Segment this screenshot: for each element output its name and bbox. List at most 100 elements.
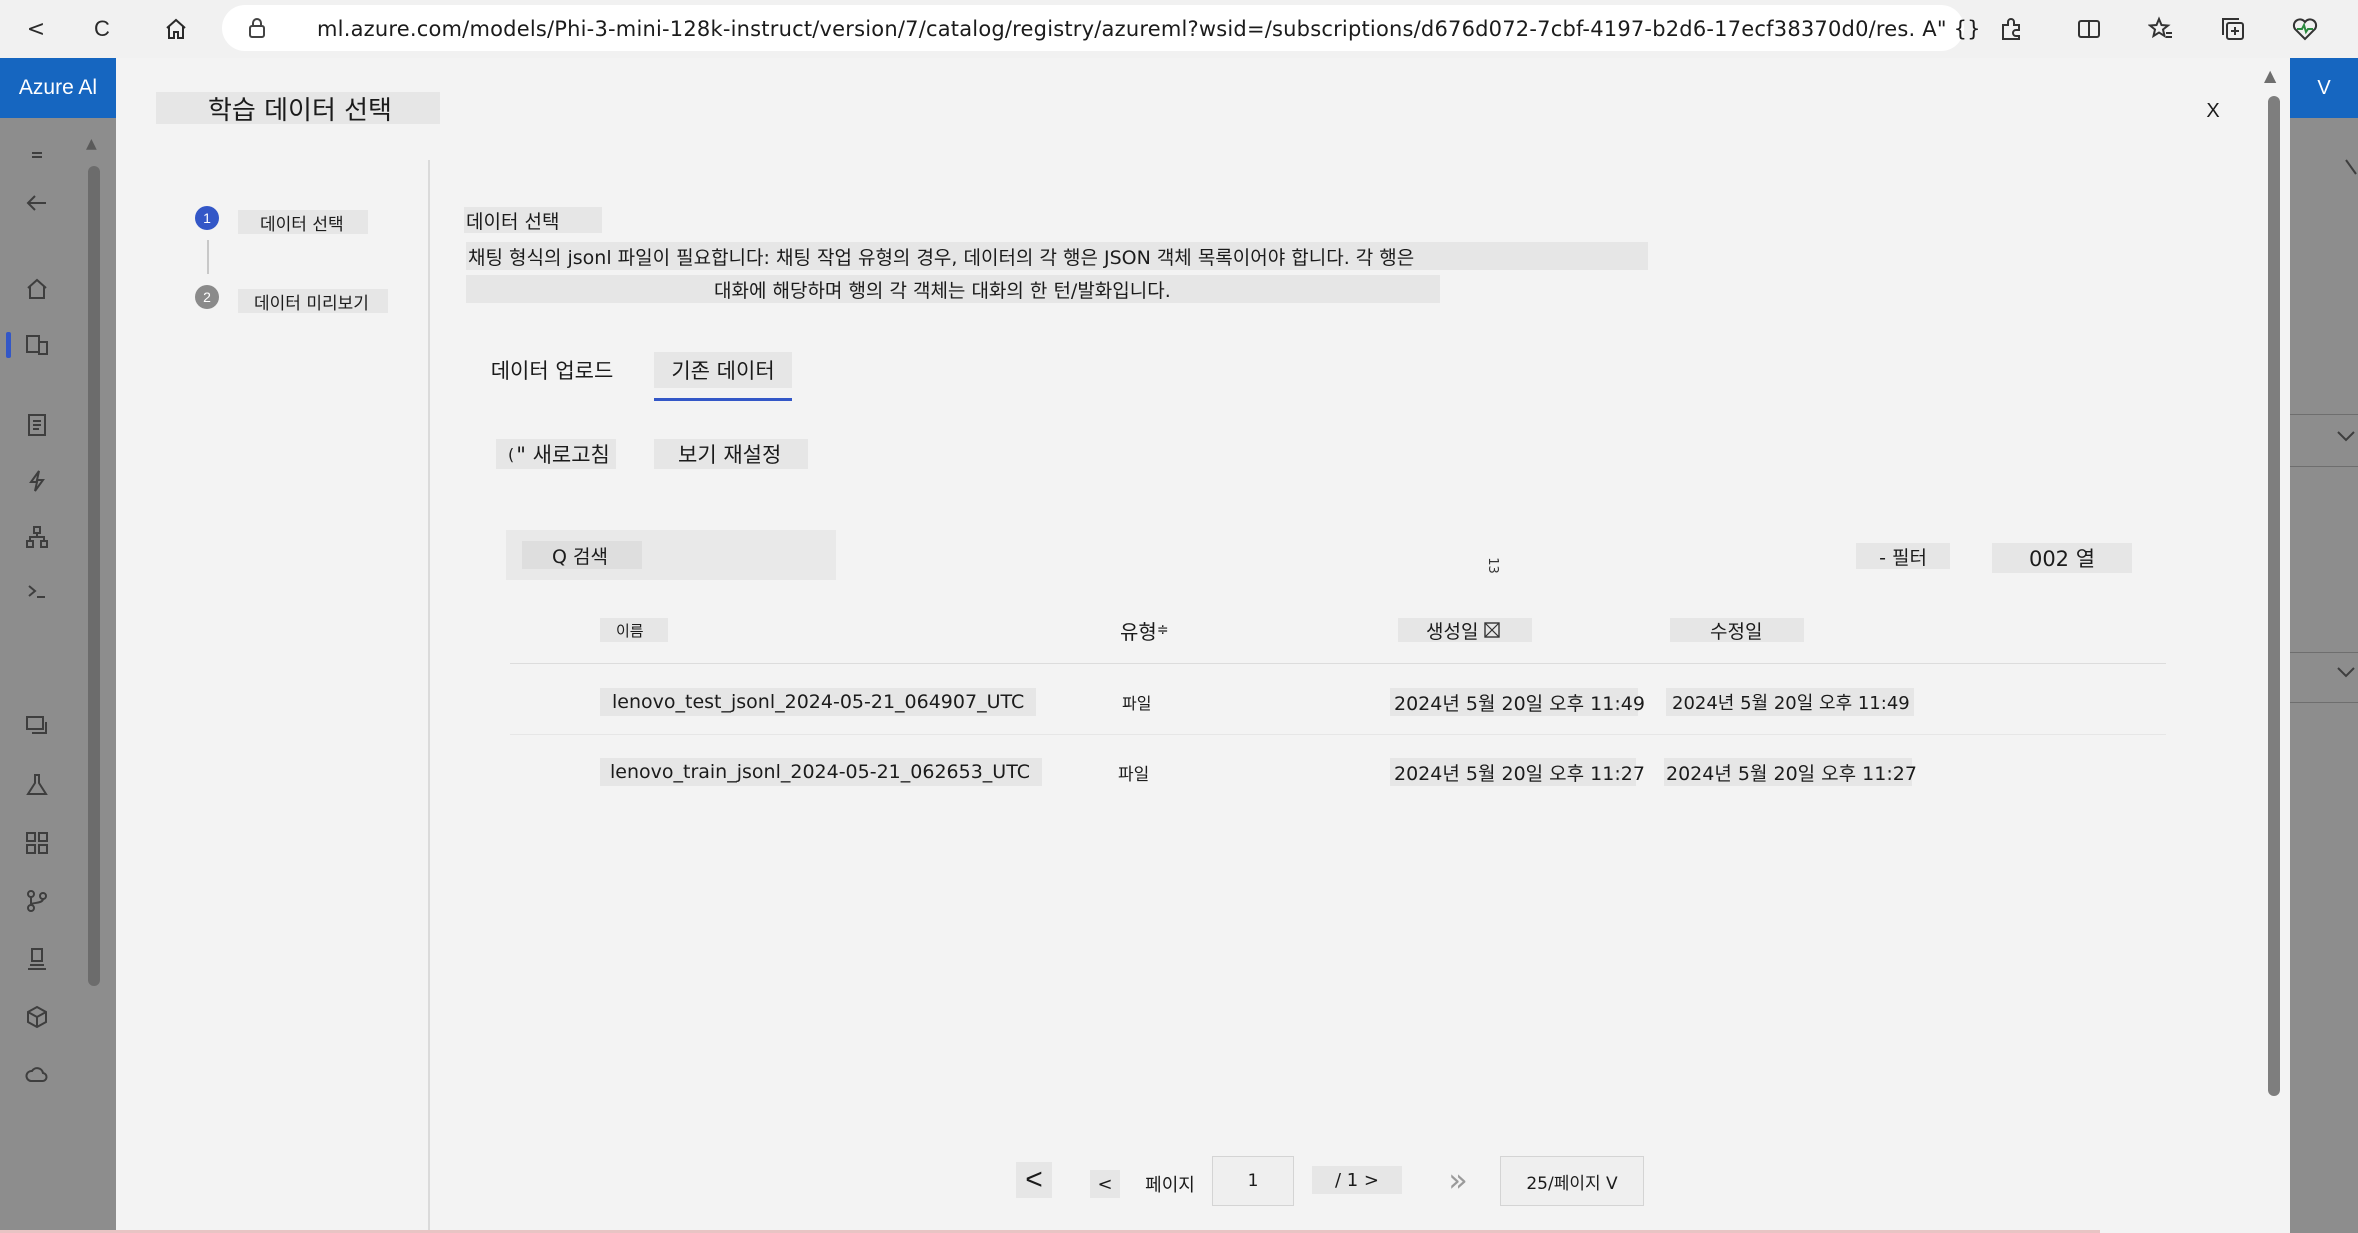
browser-essentials-button[interactable]	[2288, 12, 2322, 46]
browser-toolbar: < C ml.azure.com/models/Phi-3-mini-128k-…	[0, 0, 2358, 58]
background-divider	[2290, 702, 2358, 703]
column-header-created[interactable]: 생성일	[1398, 618, 1532, 643]
close-icon	[2345, 159, 2357, 175]
page-number-input[interactable]: 1	[1212, 1156, 1294, 1206]
step-2-number: 2	[195, 285, 219, 309]
refresh-label: C	[94, 16, 110, 41]
cube-icon	[27, 1005, 47, 1029]
table-row-2-name[interactable]: lenovo_train_jsonl_2024-05-21_062653_UTC	[600, 758, 1042, 786]
table-row-2-modified: 2024년 5월 20일 오후 11:27	[1664, 758, 1917, 786]
puzzle-icon	[2002, 18, 2020, 40]
extensions-button[interactable]	[1994, 12, 2028, 46]
background-page-right	[2290, 118, 2358, 1233]
address-bar[interactable]: ml.azure.com/models/Phi-3-mini-128k-inst…	[222, 5, 1981, 51]
first-page-button[interactable]: <	[1016, 1162, 1052, 1198]
step-connector	[207, 240, 209, 274]
nav-components[interactable]	[22, 828, 52, 858]
refresh-data-button[interactable]: ( " 새로고침	[496, 439, 616, 469]
home-button[interactable]	[158, 12, 194, 46]
flask-icon	[26, 774, 48, 795]
catalog-icon	[26, 335, 48, 355]
step-1-label[interactable]: 데이터 선택	[238, 210, 368, 235]
nav-designer[interactable]	[22, 522, 52, 552]
left-nav: ▲	[0, 118, 116, 1233]
star-icon	[2148, 16, 2172, 39]
nav-scrollbar[interactable]	[88, 166, 100, 986]
sort-icon: ≑	[1156, 622, 1169, 638]
branch-icon	[27, 890, 47, 912]
nav-active-indicator	[6, 332, 11, 358]
dialog-scroll-up-arrow[interactable]: ▲	[2264, 66, 2276, 85]
column-header-name[interactable]: 이름	[600, 618, 668, 642]
dialog-scrollbar[interactable]	[2268, 96, 2280, 1096]
nav-notebooks[interactable]	[22, 410, 52, 440]
column-header-type-label: 유형	[1120, 619, 1157, 644]
reset-view-button[interactable]: 보기 재설정	[654, 439, 808, 469]
steps-divider	[428, 160, 430, 1233]
arrow-left-icon	[26, 195, 46, 211]
home-icon	[27, 278, 47, 299]
nav-models[interactable]	[22, 1002, 52, 1032]
nav-automl[interactable]	[22, 466, 52, 496]
close-button[interactable]: X	[2200, 98, 2226, 124]
table-row-1-modified: 2024년 5월 20일 오후 11:49	[1666, 688, 1914, 716]
background-divider	[2290, 414, 2358, 415]
select-training-data-dialog	[116, 58, 2290, 1233]
collections-button[interactable]	[2216, 12, 2250, 46]
nav-endpoints[interactable]	[22, 1060, 52, 1090]
refresh-data-label: " 새로고침	[516, 443, 610, 467]
hamburger-icon	[32, 152, 42, 158]
search-input[interactable]: Q 검색	[522, 541, 642, 569]
tab-existing-data[interactable]: 기존 데이터	[654, 352, 792, 388]
column-header-modified[interactable]: 수정일	[1670, 618, 1804, 643]
heart-pulse-icon	[2292, 18, 2318, 41]
split-screen-button[interactable]	[2072, 12, 2106, 46]
url-text: ml.azure.com/models/Phi-3-mini-128k-inst…	[317, 17, 1981, 41]
page-label: 페이지	[1145, 1175, 1195, 1196]
description-line-1: 채팅 형식의 jsonl 파일이 필요합니다: 채팅 작업 유형의 경우, 데이…	[466, 242, 1648, 270]
column-header-created-label: 생성일	[1426, 620, 1479, 643]
nav-model-catalog[interactable]	[22, 330, 52, 360]
lock-icon	[249, 18, 265, 38]
table-row-1-name[interactable]: lenovo_test_jsonl_2024-05-21_064907_UTC	[600, 688, 1036, 716]
page-size-dropdown[interactable]: 25/페이지 V	[1500, 1156, 1644, 1206]
nav-home[interactable]	[22, 274, 52, 304]
collections-icon	[2222, 18, 2244, 40]
step-2-label[interactable]: 데이터 미리보기	[238, 289, 388, 314]
azure-brand[interactable]: Azure Al	[0, 58, 116, 118]
last-page-button[interactable]: »	[1438, 1160, 1478, 1200]
chevron-down-icon	[2337, 431, 2355, 442]
tab-upload-data[interactable]: 데이터 업로드	[480, 352, 624, 388]
nav-pipelines[interactable]	[22, 886, 52, 916]
table-row-1-created: 2024년 5월 20일 오후 11:49	[1390, 688, 1645, 716]
refresh-icon: (	[508, 444, 515, 464]
nav-prompt-flow[interactable]	[22, 576, 52, 606]
background-divider	[2290, 466, 2358, 467]
columns-button[interactable]: 002 열	[1992, 543, 2132, 573]
nav-back[interactable]	[22, 188, 52, 218]
nav-environments[interactable]	[22, 944, 52, 974]
table-header-divider	[510, 663, 2166, 664]
filter-button[interactable]: - 필터	[1856, 543, 1950, 569]
total-pages-next-button[interactable]: / 1 >	[1312, 1166, 1402, 1194]
sort-descending-icon	[1484, 622, 1501, 638]
dialog-title: 학습 데이터 선택	[156, 92, 440, 126]
table-row-2-created: 2024년 5월 20일 오후 11:27	[1390, 758, 1645, 786]
home-icon	[166, 18, 186, 39]
hierarchy-icon	[26, 526, 48, 548]
back-label: <	[26, 16, 46, 42]
nav-scroll-up-arrow[interactable]: ▲	[86, 136, 97, 152]
refresh-button[interactable]: C	[84, 12, 120, 46]
split-screen-icon	[2078, 20, 2100, 38]
nav-data[interactable]	[22, 710, 52, 740]
back-button[interactable]: <	[18, 12, 54, 46]
column-header-type[interactable]: 유형 ≑	[1120, 618, 1184, 644]
favorites-button[interactable]	[2144, 12, 2178, 46]
terminal-icon	[28, 585, 45, 598]
account-button[interactable]: V	[2290, 58, 2358, 118]
nav-menu-toggle[interactable]	[22, 140, 52, 170]
step-1-number: 1	[195, 206, 219, 230]
nav-jobs[interactable]	[22, 770, 52, 800]
tab-selected-indicator	[654, 398, 792, 401]
prev-page-button[interactable]: <	[1090, 1170, 1120, 1198]
